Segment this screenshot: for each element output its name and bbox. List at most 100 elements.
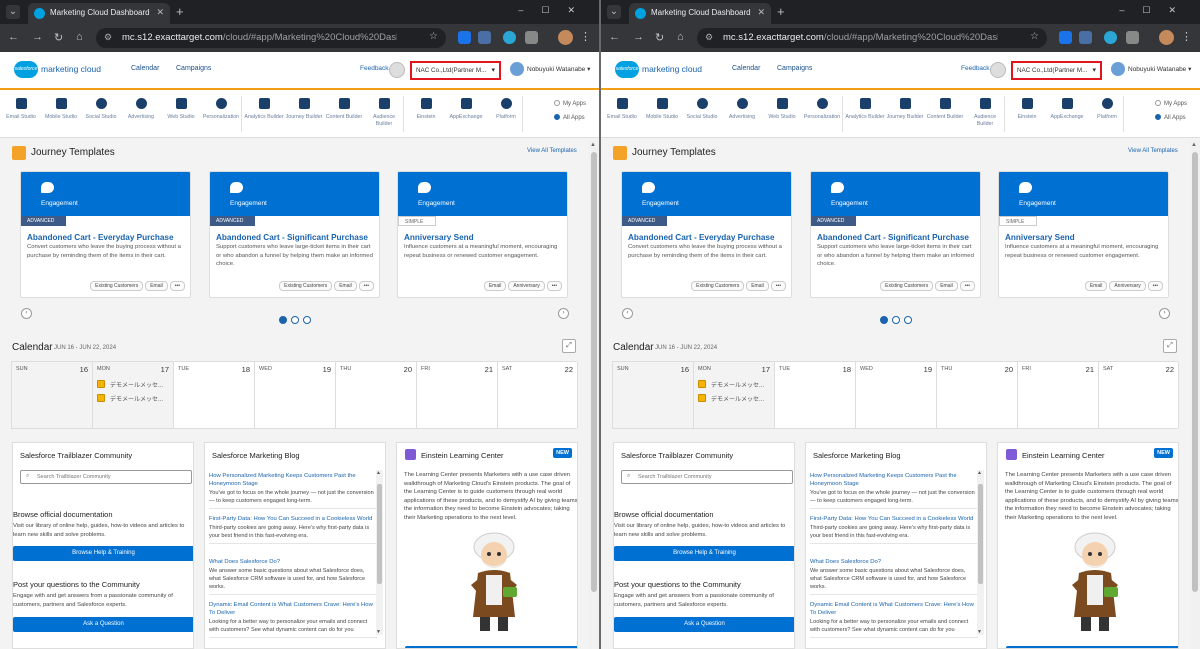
browse-help-button[interactable]: Browse Help & Training (13, 546, 193, 561)
window-controls[interactable]: –☐✕ (1119, 5, 1194, 16)
expand-icon[interactable]: ⤢ (1163, 339, 1177, 353)
calendar-day-tue[interactable]: TUE 18 (775, 362, 856, 428)
nav-calendar[interactable]: Calendar (131, 65, 159, 72)
blog-link[interactable]: How Personalized Marketing Keeps Custome… (209, 472, 377, 488)
back-icon[interactable]: ← (609, 31, 620, 43)
new-tab-icon[interactable]: + (777, 4, 785, 19)
app-platform[interactable]: Platform (1087, 98, 1127, 121)
carousel-prev-icon[interactable]: ‹ (622, 308, 633, 319)
window-controls[interactable]: –☐✕ (518, 5, 593, 16)
app-platform[interactable]: Platform (486, 98, 526, 121)
scrollbar-thumb[interactable] (591, 152, 597, 592)
carousel-pager[interactable] (279, 311, 315, 329)
tab-search-icon[interactable]: ⌄ (6, 5, 20, 19)
view-all-templates-link[interactable]: View All Templates (527, 148, 577, 154)
blog-link[interactable]: First-Party Data: How You Can Succeed in… (810, 515, 978, 523)
app-einstein[interactable]: Einstein (1007, 98, 1047, 121)
close-icon[interactable]: ✕ (156, 7, 164, 18)
card-title[interactable]: Abandoned Cart - Significant Purchase (216, 233, 368, 242)
app-einstein[interactable]: Einstein (406, 98, 446, 121)
forward-icon[interactable]: → (32, 31, 43, 43)
calendar-day-sun[interactable]: SUN 16 (613, 362, 694, 428)
browse-help-button[interactable]: Browse Help & Training (614, 546, 794, 561)
journey-template-card[interactable]: Engagement ADVANCED Abandoned Cart - Every… (621, 171, 792, 298)
app-email-studio[interactable]: Email Studio (1, 98, 41, 121)
more-chip[interactable]: ••• (959, 281, 975, 291)
extension-icon[interactable] (503, 31, 516, 44)
card-title[interactable]: Anniversary Send (1005, 233, 1075, 242)
page-scrollbar[interactable]: ▲ (589, 140, 599, 649)
calendar-event[interactable]: デモメールメッセ... (698, 380, 764, 389)
app-social-studio[interactable]: Social Studio (682, 98, 722, 121)
calendar-day-sat[interactable]: SAT 22 (498, 362, 578, 428)
forward-icon[interactable]: → (633, 31, 644, 43)
calendar-day-fri[interactable]: FRI 21 (417, 362, 498, 428)
app-content-builder[interactable]: Content Builder (925, 98, 965, 121)
scroll-down-icon[interactable]: ▼ (977, 629, 982, 635)
app-advertising[interactable]: Advertising (722, 98, 762, 121)
blog-link[interactable]: What Does Salesforce Do? (810, 558, 978, 566)
browser-tab[interactable]: Marketing Cloud Dashboard - M ✕ (28, 3, 170, 24)
app-audience-builder[interactable]: Audience Builder (965, 98, 1005, 128)
site-info-icon[interactable]: ⚙ (705, 32, 713, 43)
ask-question-button[interactable]: Ask a Question (13, 617, 193, 632)
business-unit-select[interactable]: NAC Co.,Ltd(Partner M... ▾ (410, 61, 501, 80)
app-mobile-studio[interactable]: Mobile Studio (642, 98, 682, 121)
calendar-event[interactable]: デモメールメッセ... (698, 394, 764, 403)
carousel-pager[interactable] (880, 311, 916, 329)
view-all-templates-link[interactable]: View All Templates (1128, 148, 1178, 154)
expand-icon[interactable]: ⤢ (562, 339, 576, 353)
scroll-down-icon[interactable]: ▼ (376, 629, 381, 635)
puzzle-icon[interactable] (1126, 31, 1139, 44)
url-field[interactable]: ⚙ mc.s12.exacttarget.com/cloud/#app/Mark… (697, 28, 1047, 48)
app-web-studio[interactable]: Web Studio (762, 98, 802, 121)
blog-link[interactable]: Dynamic Email Content is What Customers … (810, 601, 978, 617)
card-title[interactable]: Abandoned Cart - Everyday Purchase (628, 233, 775, 242)
user-menu[interactable]: Nobuyuki Watanabe ▾ (527, 65, 590, 73)
tab-search-icon[interactable]: ⌄ (607, 5, 621, 19)
back-icon[interactable]: ← (8, 31, 19, 43)
app-journey-builder[interactable]: Journey Builder (284, 98, 324, 121)
more-chip[interactable]: ••• (1147, 281, 1163, 291)
user-avatar[interactable] (510, 62, 524, 76)
feedback-link[interactable]: Feedback (961, 65, 990, 72)
salesforce-logo[interactable]: salesforce (14, 61, 38, 78)
app-email-studio[interactable]: Email Studio (602, 98, 642, 121)
profile-avatar[interactable] (558, 30, 573, 45)
app-personalization[interactable]: Personalization (802, 98, 842, 121)
calendar-day-mon[interactable]: MON 17 デモメールメッセ... デモメールメッセ... (93, 362, 174, 428)
calendar-day-sun[interactable]: SUN 16 (12, 362, 93, 428)
app-audience-builder[interactable]: Audience Builder (364, 98, 404, 128)
blog-link[interactable]: How Personalized Marketing Keeps Custome… (810, 472, 978, 488)
calendar-day-wed[interactable]: WED 19 (255, 362, 336, 428)
card-title[interactable]: Abandoned Cart - Significant Purchase (817, 233, 969, 242)
more-chip[interactable]: ••• (770, 281, 786, 291)
calendar-day-thu[interactable]: THU 20 (937, 362, 1018, 428)
app-appexchange[interactable]: AppExchange (446, 98, 486, 121)
extension-icon[interactable] (478, 31, 491, 44)
blog-scrollbar[interactable]: ▲ ▼ (977, 470, 984, 635)
calendar-day-sat[interactable]: SAT 22 (1099, 362, 1179, 428)
new-tab-icon[interactable]: + (176, 4, 184, 19)
journey-template-card[interactable]: Engagement ADVANCED Abandoned Cart - Signi… (810, 171, 981, 298)
nav-campaigns[interactable]: Campaigns (176, 65, 211, 72)
reload-icon[interactable]: ↻ (54, 31, 63, 44)
blog-scrollbar-thumb[interactable] (978, 484, 983, 584)
scroll-up-icon[interactable]: ▲ (376, 470, 381, 476)
scroll-up-icon[interactable]: ▲ (590, 142, 596, 148)
app-analytics-builder[interactable]: Analytics Builder (845, 98, 885, 121)
card-title[interactable]: Anniversary Send (404, 233, 474, 242)
nav-calendar[interactable]: Calendar (732, 65, 760, 72)
home-icon[interactable]: ⌂ (677, 31, 684, 43)
page-scrollbar[interactable]: ▲ (1190, 140, 1200, 649)
calendar-day-wed[interactable]: WED 19 (856, 362, 937, 428)
menu-icon[interactable]: ⋮ (1181, 30, 1192, 43)
calendar-day-mon[interactable]: MON 17 デモメールメッセ... デモメールメッセ... (694, 362, 775, 428)
trailblazer-search-input[interactable]: ⌕ Search Trailblazer Community (621, 470, 793, 484)
blog-scrollbar-thumb[interactable] (377, 484, 382, 584)
calendar-day-thu[interactable]: THU 20 (336, 362, 417, 428)
blog-scrollbar[interactable]: ▲ ▼ (376, 470, 383, 635)
close-icon[interactable]: ✕ (757, 7, 765, 18)
user-avatar[interactable] (1111, 62, 1125, 76)
calendar-day-fri[interactable]: FRI 21 (1018, 362, 1099, 428)
